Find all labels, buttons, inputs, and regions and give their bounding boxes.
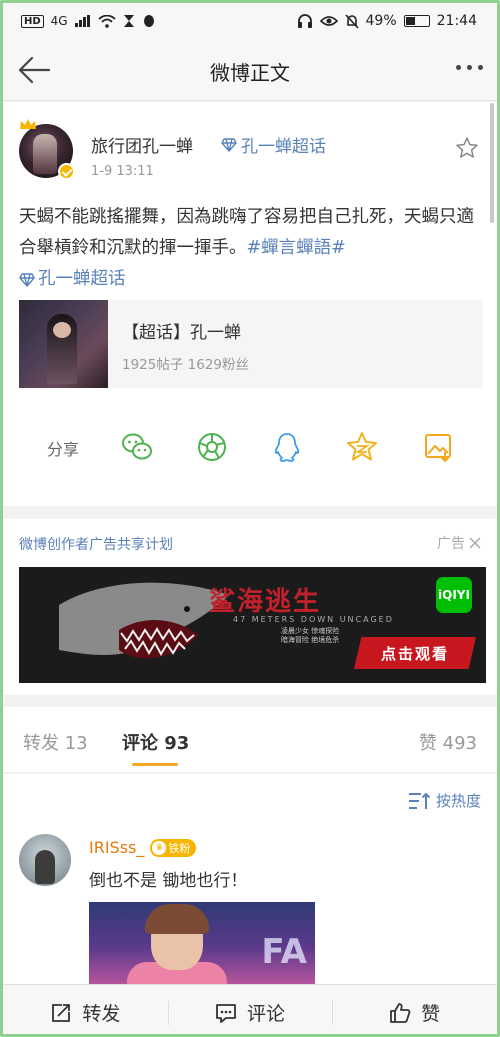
fan-badge: ♛ 铁粉 bbox=[150, 838, 197, 857]
comment-icon bbox=[216, 1003, 236, 1023]
repost-button[interactable]: 转发 bbox=[3, 985, 168, 1034]
nav-header: 微博正文 bbox=[3, 39, 497, 101]
post-body: 天蝎不能跳搖擺舞，因為跳嗨了容易把自己扎死，天蝎只適合舉槓鈴和沉默的揮一揮手。#… bbox=[19, 202, 489, 298]
post-time: 1-9 13:11 bbox=[91, 164, 154, 179]
favorite-star-icon[interactable] bbox=[455, 136, 479, 160]
moments-icon[interactable] bbox=[195, 430, 229, 464]
hashtag-link[interactable]: #蟬言蟬語# bbox=[247, 238, 346, 258]
commenter-name: IRISss_ bbox=[89, 838, 145, 857]
like-button[interactable]: 赞 bbox=[332, 985, 497, 1034]
author-avatar[interactable] bbox=[19, 119, 75, 180]
diamond-icon bbox=[19, 272, 35, 287]
weibo-post: 旅行团孔一蝉 孔一蝉超话 1-9 13:11 天蝎不能跳搖擺舞，因為跳嗨了容易把… bbox=[3, 102, 497, 506]
diamond-icon bbox=[221, 137, 237, 152]
ad-banner[interactable]: 鲨海逃生 47 METERS DOWN UNCAGED 凌晨少女 惊魂探险 暗海… bbox=[19, 567, 486, 683]
ad-movie-subtitle: 47 METERS DOWN UNCAGED bbox=[233, 615, 394, 624]
ad-copy: 凌晨少女 惊魂探险 暗海冒险 绝境危杀 bbox=[281, 627, 339, 645]
comment-image[interactable]: FA bbox=[89, 902, 315, 984]
trailing-topic-label: 孔一蝉超话 bbox=[38, 269, 126, 289]
super-topic-label: 孔一蝉超话 bbox=[241, 137, 326, 157]
ad-label: 广告 bbox=[437, 536, 465, 552]
trailing-topic-link[interactable]: 孔一蝉超话 bbox=[19, 264, 126, 295]
bottom-action-bar: 转发 评论 赞 bbox=[3, 984, 497, 1034]
commenter-avatar[interactable] bbox=[19, 834, 71, 886]
tab-repost[interactable]: 转发 13 bbox=[23, 729, 88, 755]
fan-level-icon: ♛ bbox=[152, 840, 167, 855]
scrollbar[interactable] bbox=[490, 103, 494, 223]
thumbs-up-icon bbox=[390, 1002, 411, 1023]
like-label: 赞 bbox=[421, 1003, 441, 1025]
author-name[interactable]: 旅行团孔一蝉 bbox=[91, 132, 193, 157]
crown-icon bbox=[20, 119, 36, 129]
topic-stats: 1925帖子 1629粉丝 bbox=[122, 357, 250, 373]
share-row: 分享 bbox=[3, 424, 497, 470]
clock: 21:44 bbox=[436, 13, 477, 29]
close-icon bbox=[469, 537, 481, 549]
hourglass-icon bbox=[123, 15, 134, 27]
repost-icon bbox=[52, 1003, 71, 1022]
save-image-icon[interactable] bbox=[421, 430, 455, 464]
verified-badge-icon bbox=[58, 163, 75, 180]
headphones-icon bbox=[297, 14, 312, 28]
screen: HD 4G 49% 21:44 微博正文 旅行团孔一蝉 孔一蝉超话 1-9 13… bbox=[0, 0, 500, 1037]
ad-program-title[interactable]: 微博创作者广告共享计划 bbox=[19, 534, 173, 554]
wechat-icon[interactable] bbox=[120, 430, 154, 464]
super-topic-card[interactable]: 【超话】孔一蝉 1925帖子 1629粉丝 bbox=[19, 300, 483, 388]
comment-button[interactable]: 评论 bbox=[167, 985, 333, 1034]
eye-icon bbox=[319, 16, 338, 26]
commenter-name-row[interactable]: IRISss_ ♛ 铁粉 bbox=[89, 838, 197, 857]
iqiyi-logo-icon: iQIYI bbox=[436, 577, 472, 613]
penguin-icon bbox=[143, 15, 154, 27]
repost-label: 转发 bbox=[82, 1003, 121, 1025]
ad-close[interactable]: 广告 bbox=[437, 533, 481, 553]
more-options-icon[interactable] bbox=[456, 65, 483, 70]
battery-icon bbox=[403, 15, 430, 27]
fan-badge-label: 铁粉 bbox=[168, 841, 191, 855]
ad-watch-button[interactable]: 点击观看 bbox=[354, 637, 476, 669]
topic-cover-image bbox=[19, 300, 108, 388]
status-bar: HD 4G 49% 21:44 bbox=[3, 3, 497, 39]
signal-icon bbox=[74, 15, 90, 27]
sort-icon bbox=[408, 792, 431, 809]
wifi-icon bbox=[98, 14, 116, 28]
battery-percent: 49% bbox=[365, 13, 397, 29]
sort-label: 按热度 bbox=[435, 792, 481, 810]
topic-name: 【超话】孔一蝉 bbox=[122, 323, 241, 343]
comment-text: 倒也不是 锄地也行！ bbox=[89, 871, 248, 891]
mute-bell-icon bbox=[344, 13, 359, 29]
page-title: 微博正文 bbox=[210, 61, 290, 85]
qq-icon[interactable] bbox=[270, 430, 304, 464]
comment-label: 评论 bbox=[247, 1003, 286, 1025]
network-type: 4G bbox=[50, 14, 68, 28]
ad-copy-line: 暗海冒险 绝境危杀 bbox=[281, 636, 340, 644]
comment-list: 按热度 IRISss_ ♛ 铁粉 倒也不是 锄地也行！ FA bbox=[3, 774, 497, 984]
sort-by-hot-button[interactable]: 按热度 bbox=[407, 790, 481, 811]
tab-likes[interactable]: 赞 493 bbox=[419, 729, 477, 755]
hd-icon: HD bbox=[21, 14, 44, 28]
ad-copy-line: 凌晨少女 惊魂探险 bbox=[281, 627, 340, 635]
share-label: 分享 bbox=[47, 440, 80, 459]
super-topic-link[interactable]: 孔一蝉超话 bbox=[221, 132, 326, 157]
tab-comments[interactable]: 评论 93 bbox=[122, 729, 189, 755]
qzone-star-icon[interactable] bbox=[345, 430, 379, 464]
interaction-tabs: 转发 13 评论 93 赞 493 bbox=[3, 707, 497, 773]
ad-movie-logo: 鲨海逃生 bbox=[209, 587, 322, 617]
comment-image-neon-text: FA bbox=[261, 932, 307, 972]
ad-card: 微博创作者广告共享计划 广告 鲨海逃生 47 METERS DOWN UNCAG… bbox=[3, 519, 497, 695]
active-tab-indicator bbox=[132, 763, 178, 766]
